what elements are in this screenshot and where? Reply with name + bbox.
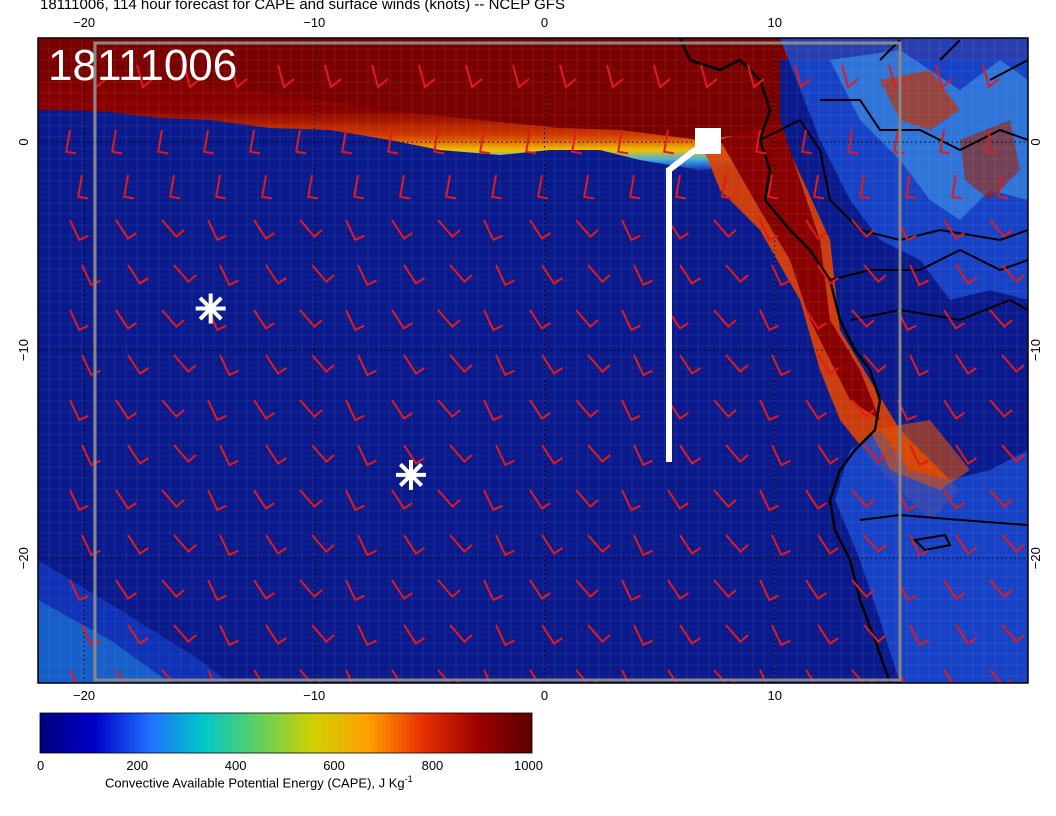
lat-tick-label: −20 xyxy=(1028,547,1043,569)
colorbar-label: Convective Available Potential Energy (C… xyxy=(105,774,413,791)
colorbar-tick-label: 0 xyxy=(37,758,45,773)
colorbar-tick-label: 600 xyxy=(323,758,345,773)
asterisk-marker xyxy=(195,293,226,324)
map-panel: 18111006 xyxy=(38,38,1028,683)
colorbar xyxy=(39,712,533,754)
colorbar-tick-label: 1000 xyxy=(514,758,543,773)
lat-tick-label: 0 xyxy=(16,138,31,145)
cape-map: 18111006 −20 −20 −10 −10 0 0 10 10 0 0 −10 −10 −20 −2… xyxy=(16,15,1043,754)
colorbar-tick-label: 200 xyxy=(126,758,149,773)
track-box-marker xyxy=(695,128,721,154)
lon-tick-label: −10 xyxy=(303,688,325,703)
lat-tick-label: 0 xyxy=(1028,138,1043,145)
lat-tick-label: −20 xyxy=(16,547,31,569)
lon-tick-label: 0 xyxy=(541,688,548,703)
colorbar-tick-label: 800 xyxy=(421,758,444,773)
lon-tick-label: −20 xyxy=(73,15,95,30)
date-stamp: 18111006 xyxy=(48,41,237,90)
lon-tick-label: 0 xyxy=(541,15,548,30)
colorbar-tick-label: 400 xyxy=(224,758,247,773)
lat-tick-label: −10 xyxy=(16,339,31,361)
asterisk-marker xyxy=(395,459,426,490)
lon-tick-label: −20 xyxy=(73,688,95,703)
lon-tick-label: −10 xyxy=(303,15,325,30)
lon-tick-label: 10 xyxy=(768,688,782,703)
lon-tick-label: 10 xyxy=(768,15,782,30)
lat-tick-label: −10 xyxy=(1028,339,1043,361)
